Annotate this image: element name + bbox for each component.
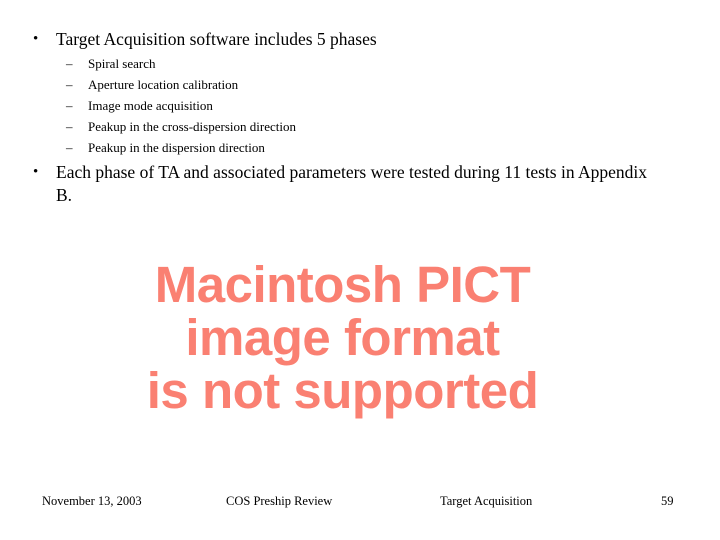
- footer-page-number: 59: [661, 494, 674, 508]
- footer-date: November 13, 2003: [42, 494, 142, 508]
- sub-bullet-item-spiral-search: – Spiral search: [0, 53, 660, 74]
- sub-bullet-item-label: Spiral search: [88, 56, 156, 71]
- sub-bullet-item-peakup-dispersion: – Peakup in the dispersion direction: [0, 137, 660, 158]
- sub-bullet-list: – Spiral search – Aperture location cali…: [0, 53, 660, 158]
- dash-bullet-marker-icon: –: [66, 77, 73, 92]
- dash-bullet-marker-icon: –: [66, 119, 73, 134]
- dash-bullet-marker-icon: –: [66, 140, 73, 155]
- bullet-item-2: • Each phase of TA and associated parame…: [0, 161, 666, 207]
- sub-bullet-item-image-mode-acquisition: – Image mode acquisition: [0, 95, 660, 116]
- dash-bullet-marker-icon: –: [66, 98, 73, 113]
- bullet-item-2-label: Each phase of TA and associated paramete…: [56, 162, 647, 205]
- sub-bullet-item-aperture-location-calibration: – Aperture location calibration: [0, 74, 660, 95]
- slide-footer: November 13, 2003 COS Preship Review Tar…: [0, 494, 720, 516]
- sub-bullet-item-label: Peakup in the cross-dispersion direction: [88, 119, 296, 134]
- unsupported-image-placeholder: Macintosh PICT image format is not suppo…: [146, 256, 539, 419]
- sub-bullet-item-label: Image mode acquisition: [88, 98, 213, 113]
- slide: • Target Acquisition software includes 5…: [0, 0, 720, 540]
- footer-section-title: Target Acquisition: [440, 494, 533, 508]
- bullet-marker-icon: •: [33, 31, 39, 47]
- bullet-item-1: • Target Acquisition software includes 5…: [0, 28, 716, 51]
- sub-bullet-item-peakup-cross-dispersion: – Peakup in the cross-dispersion directi…: [0, 116, 660, 137]
- bullet-item-1-label: Target Acquisition software includes 5 p…: [56, 29, 377, 49]
- sub-bullet-item-label: Aperture location calibration: [88, 77, 239, 92]
- bullet-marker-icon: •: [33, 164, 39, 180]
- footer-event-title: COS Preship Review: [226, 494, 333, 508]
- sub-bullet-item-label: Peakup in the dispersion direction: [88, 140, 265, 155]
- dash-bullet-marker-icon: –: [66, 56, 73, 71]
